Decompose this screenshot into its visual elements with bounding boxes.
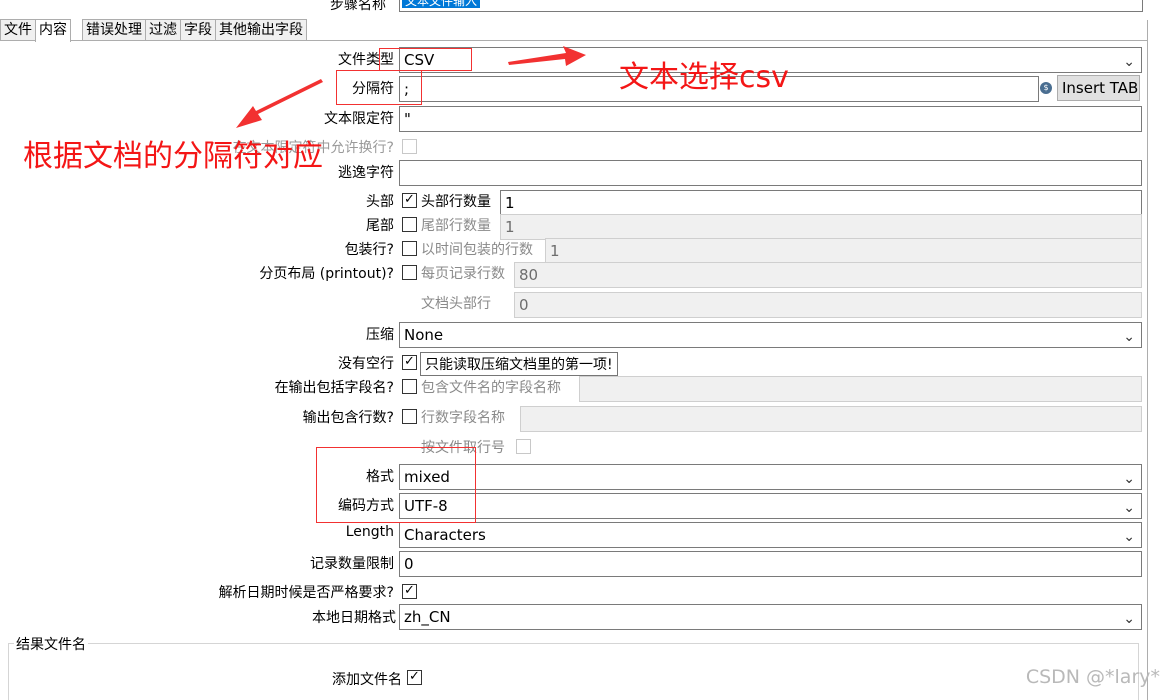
watermark: CSDN @*lary* (1025, 666, 1160, 688)
tab-content[interactable]: 内容 (35, 19, 71, 42)
text-file-input-dialog: 步骤名称 文本文件输入 文件 内容 错误处理 过滤 字段 其他输出字段 文件类型… (0, 0, 1166, 700)
annotation-arrows (236, 46, 586, 128)
arrow-to-separator (236, 79, 323, 128)
arrow-to-filetype (508, 46, 586, 66)
